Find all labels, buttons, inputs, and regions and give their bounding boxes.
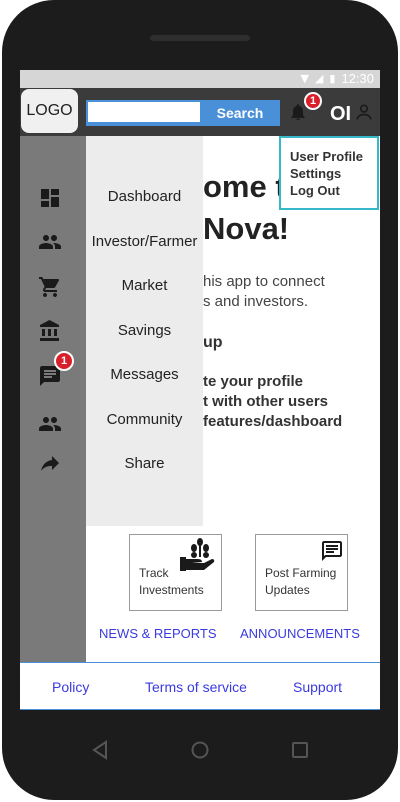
- menu-item-savings[interactable]: Savings: [86, 322, 203, 339]
- community-icon[interactable]: [38, 412, 62, 436]
- setup-step: te your profile: [203, 373, 304, 390]
- search-input[interactable]: [88, 102, 200, 122]
- dashboard-icon[interactable]: [38, 186, 62, 210]
- home-icon[interactable]: [190, 740, 210, 760]
- status-bar: ▼ ◢ ▮ 12:30: [20, 70, 380, 88]
- battery-icon: ▮: [329, 72, 336, 85]
- terms-link[interactable]: Terms of service: [145, 679, 247, 695]
- menu-item-settings[interactable]: Settings: [290, 166, 341, 181]
- post-farming-updates-card[interactable]: Post Farming Updates: [255, 534, 348, 611]
- welcome-description: his app to connect s and investors.: [203, 273, 325, 310]
- announcements-link[interactable]: ANNOUNCEMENTS: [240, 626, 360, 641]
- phone-speaker: [150, 35, 250, 41]
- card-label: Track: [139, 566, 169, 580]
- menu-item-messages[interactable]: Messages: [86, 366, 203, 383]
- user-icon[interactable]: [354, 102, 374, 122]
- menu-item-market[interactable]: Market: [86, 277, 203, 294]
- setup-heading: up: [203, 334, 223, 351]
- setup-step: features/dashboard: [203, 413, 343, 430]
- setup-step: t with other users: [203, 393, 329, 410]
- signal-icon: ◢: [314, 72, 324, 85]
- messages-badge: 1: [54, 351, 74, 371]
- menu-item-user-profile[interactable]: User Profile: [290, 149, 363, 164]
- quick-actions: Track Investments Post Farming Updates N…: [86, 526, 380, 662]
- menu-item-community[interactable]: Community: [86, 411, 203, 428]
- card-label: Post Farming: [265, 566, 337, 580]
- back-icon[interactable]: [90, 740, 110, 760]
- recents-icon[interactable]: [291, 741, 309, 759]
- news-reports-link[interactable]: NEWS & REPORTS: [99, 626, 217, 641]
- cart-icon[interactable]: [38, 275, 62, 299]
- bank-icon[interactable]: [38, 319, 62, 343]
- wifi-icon: ▼: [300, 72, 309, 85]
- logo[interactable]: LOGO: [21, 89, 78, 133]
- notification-badge: 1: [304, 92, 322, 110]
- share-icon[interactable]: [38, 452, 62, 476]
- people-icon[interactable]: [38, 230, 62, 254]
- nav-menu: Dashboard Investor/Farmer Market Savings…: [86, 136, 203, 526]
- support-link[interactable]: Support: [293, 679, 342, 695]
- app-header: LOGO Search 1 OI: [20, 88, 380, 136]
- profile-dropdown: User Profile Settings Log Out: [279, 136, 379, 210]
- card-label: Investments: [139, 583, 204, 597]
- phone-frame: ▼ ◢ ▮ 12:30 LOGO Search 1 OI 1 ome t Nov…: [0, 0, 400, 802]
- track-investments-card[interactable]: Track Investments: [129, 534, 222, 611]
- sidebar: 1: [20, 136, 86, 662]
- setup-steps: te your profile t with other users featu…: [203, 372, 342, 432]
- menu-item-share[interactable]: Share: [86, 455, 203, 472]
- menu-item-log-out[interactable]: Log Out: [290, 183, 340, 198]
- search-button[interactable]: Search: [202, 102, 278, 124]
- user-initials[interactable]: OI: [330, 103, 351, 126]
- card-label: Updates: [265, 583, 310, 597]
- welcome-heading: ome t Nova!: [203, 169, 290, 246]
- status-time: 12:30: [341, 71, 374, 86]
- chat-icon: [322, 541, 342, 561]
- menu-item-investor-farmer[interactable]: Investor/Farmer: [86, 233, 203, 250]
- footer: Policy Terms of service Support: [20, 662, 380, 710]
- policy-link[interactable]: Policy: [52, 679, 89, 695]
- menu-item-dashboard[interactable]: Dashboard: [86, 188, 203, 205]
